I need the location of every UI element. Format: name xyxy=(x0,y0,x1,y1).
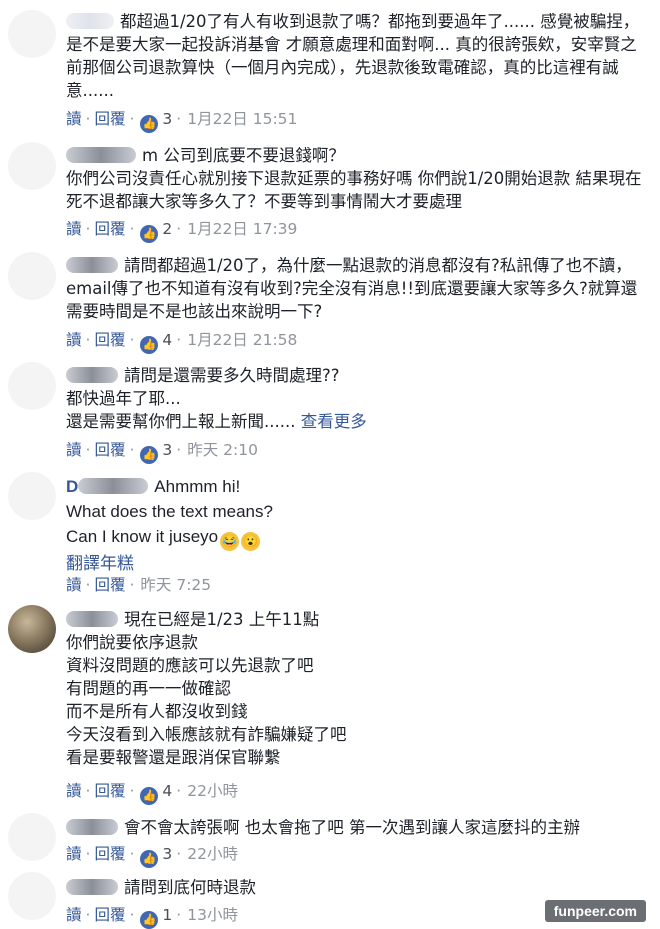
avatar[interactable] xyxy=(8,142,56,190)
comment-text: 會不會太誇張啊 也太會拖了吧 第一次遇到讓人家這麼抖的主辦 xyxy=(124,818,580,837)
timestamp[interactable]: 1月22日 15:51 xyxy=(187,110,297,128)
timestamp[interactable]: 22小時 xyxy=(187,782,238,800)
comment-actions: 讀 · 回覆 · 👍 3 · 昨天 2:10 xyxy=(66,440,258,464)
comment-body: 會不會太誇張啊 也太會拖了吧 第一次遇到讓人家這麼抖的主辦 xyxy=(66,816,646,839)
read-link[interactable]: 讀 xyxy=(66,331,82,349)
reply-link[interactable]: 回覆 xyxy=(94,220,125,238)
like-icon[interactable]: 👍 xyxy=(140,911,159,929)
like-icon[interactable]: 👍 xyxy=(140,446,159,464)
comment-actions: 讀 · 回覆 · 昨天 7:25 xyxy=(66,576,212,594)
read-link[interactable]: 讀 xyxy=(66,441,82,459)
timestamp[interactable]: 13小時 xyxy=(187,906,238,924)
comment-body: 現在已經是1/23 上午11點 你們說要依序退款 資料沒問題的應該可以先退款了吧… xyxy=(66,608,646,769)
like-icon[interactable]: 👍 xyxy=(140,787,159,805)
commenter-name[interactable] xyxy=(66,819,118,835)
commenter-name[interactable] xyxy=(66,13,114,29)
comment-text: 請問到底何時退款 xyxy=(124,878,256,897)
timestamp[interactable]: 1月22日 21:58 xyxy=(187,331,297,349)
see-more-link[interactable]: 查看更多 xyxy=(301,412,367,431)
comment-body: D Ahmmm hi! What does the text means? Can… xyxy=(66,474,646,576)
comment-body: 請問都超過1/20了，為什麼一點退款的消息都沒有?私訊傳了也不讀，email傳了… xyxy=(66,254,646,323)
like-count[interactable]: 3 xyxy=(162,110,172,128)
comment-body: 請問是還需要多久時間處理?? 都快過年了耶... 還是需要幫你們上報上新聞...… xyxy=(66,364,646,433)
like-count[interactable]: 3 xyxy=(162,441,172,459)
comment-text: 現在已經是1/23 上午11點 你們說要依序退款 資料沒問題的應該可以先退款了吧… xyxy=(66,610,347,767)
reply-link[interactable]: 回覆 xyxy=(94,906,125,924)
read-link[interactable]: 讀 xyxy=(66,220,82,238)
comment-text: 請問都超過1/20了，為什麼一點退款的消息都沒有?私訊傳了也不讀，email傳了… xyxy=(66,256,638,321)
commenter-name-fragment: m xyxy=(142,146,159,165)
like-icon[interactable]: 👍 xyxy=(140,850,159,868)
commenter-name[interactable] xyxy=(78,478,149,494)
reply-link[interactable]: 回覆 xyxy=(94,331,125,349)
reply-link[interactable]: 回覆 xyxy=(94,576,125,594)
like-icon[interactable]: 👍 xyxy=(140,336,159,354)
avatar[interactable] xyxy=(8,813,56,861)
comment-actions: 讀 · 回覆 · 👍 4 · 1月22日 21:58 xyxy=(66,330,297,354)
comment-line: Can I know it juseyo xyxy=(66,527,219,546)
commenter-name[interactable] xyxy=(66,257,118,273)
timestamp[interactable]: 昨天 2:10 xyxy=(187,441,258,459)
like-count[interactable]: 4 xyxy=(162,331,172,349)
comment-body: 都超過1/20了有人有收到退款了嗎？都拖到要過年了...... 感覺被騙捏，是不… xyxy=(66,10,646,102)
commenter-name[interactable] xyxy=(66,879,118,895)
comment-actions: 讀 · 回覆 · 👍 1 · 13小時 xyxy=(66,905,238,929)
read-link[interactable]: 讀 xyxy=(66,110,82,128)
avatar[interactable] xyxy=(8,605,56,653)
like-count[interactable]: 3 xyxy=(162,845,172,863)
comment-text: 都超過1/20了有人有收到退款了嗎？都拖到要過年了...... 感覺被騙捏，是不… xyxy=(66,12,640,100)
like-icon[interactable]: 👍 xyxy=(140,115,159,133)
read-link[interactable]: 讀 xyxy=(66,845,82,863)
commenter-name-fragment[interactable]: D xyxy=(66,477,78,496)
reply-link[interactable]: 回覆 xyxy=(94,845,125,863)
read-link[interactable]: 讀 xyxy=(66,782,82,800)
reply-link[interactable]: 回覆 xyxy=(94,441,125,459)
comment-actions: 讀 · 回覆 · 👍 4 · 22小時 xyxy=(66,781,238,805)
reply-link[interactable]: 回覆 xyxy=(94,782,125,800)
laughing-emoji-icon: 😂 xyxy=(220,532,240,551)
avatar[interactable] xyxy=(8,362,56,410)
surprised-emoji-icon: 😮 xyxy=(241,532,261,551)
commenter-name[interactable] xyxy=(66,367,118,383)
timestamp[interactable]: 昨天 7:25 xyxy=(140,576,211,594)
like-count[interactable]: 2 xyxy=(162,220,172,238)
like-icon[interactable]: 👍 xyxy=(140,225,159,243)
timestamp[interactable]: 1月22日 17:39 xyxy=(187,220,297,238)
like-count[interactable]: 1 xyxy=(162,906,172,924)
comment-actions: 讀 · 回覆 · 👍 3 · 1月22日 15:51 xyxy=(66,109,297,133)
translate-link[interactable]: 翻譯年糕 xyxy=(66,551,646,576)
avatar[interactable] xyxy=(8,872,56,920)
avatar[interactable] xyxy=(8,472,56,520)
like-count[interactable]: 4 xyxy=(162,782,172,800)
avatar[interactable] xyxy=(8,10,56,58)
commenter-name[interactable] xyxy=(66,611,118,627)
comment-actions: 讀 · 回覆 · 👍 2 · 1月22日 17:39 xyxy=(66,219,297,243)
read-link[interactable]: 讀 xyxy=(66,576,82,594)
comment-body: 請問到底何時退款 xyxy=(66,876,646,899)
comment-body: m 公司到底要不要退錢啊？ 你們公司沒責任心就別接下退款延票的事務好嗎 你們說1… xyxy=(66,144,646,213)
commenter-name[interactable] xyxy=(66,147,136,163)
watermark: funpeer.com xyxy=(544,900,646,922)
comment-actions: 讀 · 回覆 · 👍 3 · 22小時 xyxy=(66,844,238,868)
reply-link[interactable]: 回覆 xyxy=(94,110,125,128)
timestamp[interactable]: 22小時 xyxy=(187,845,238,863)
comment-line: What does the text means? xyxy=(66,502,273,521)
read-link[interactable]: 讀 xyxy=(66,906,82,924)
avatar[interactable] xyxy=(8,252,56,300)
comment-line: Ahmmm hi! xyxy=(154,477,241,496)
